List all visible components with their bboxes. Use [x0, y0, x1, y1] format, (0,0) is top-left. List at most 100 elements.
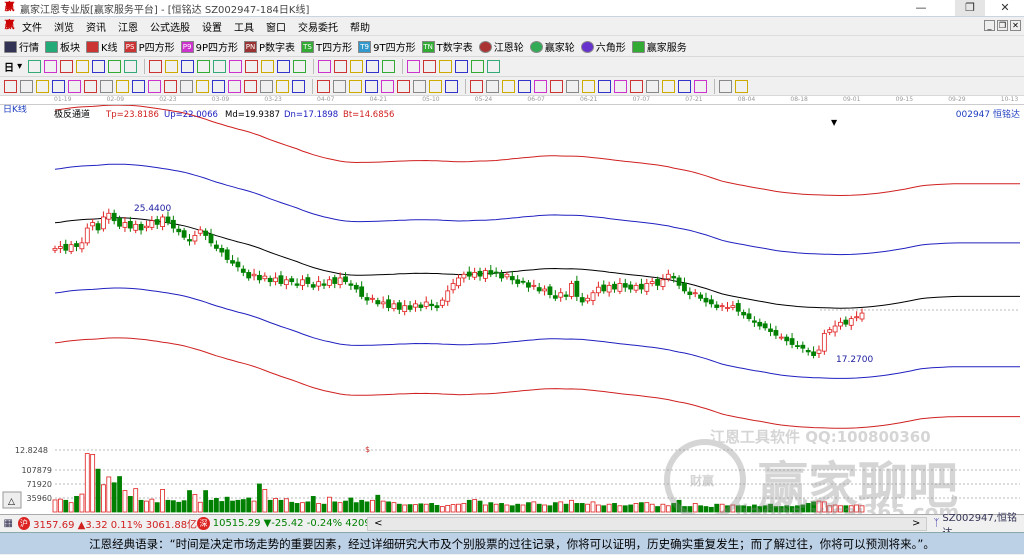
next-icon[interactable]: [197, 60, 211, 73]
toolbar-button[interactable]: T9 9T四方形: [358, 39, 416, 54]
ruler-icon[interactable]: [292, 79, 305, 93]
fan4-icon[interactable]: [646, 79, 659, 93]
diamond-down-icon[interactable]: [229, 60, 243, 73]
menu-item[interactable]: 设置: [202, 19, 222, 34]
toolbar-button[interactable]: 赢家服务: [631, 39, 687, 54]
gold-circle-icon[interactable]: [534, 79, 547, 93]
pattern-icon[interactable]: [366, 60, 380, 73]
fan6-icon[interactable]: [678, 79, 691, 93]
mdi-close-button[interactable]: ✕: [1010, 20, 1021, 31]
angle2-icon[interactable]: [381, 79, 394, 93]
circle-icon[interactable]: [116, 79, 129, 93]
scroll-left-button[interactable]: <: [374, 518, 382, 529]
v-icon[interactable]: [397, 79, 410, 93]
toolbar-button[interactable]: 赢家轮: [529, 39, 575, 54]
line-draw-icon[interactable]: [350, 60, 364, 73]
grid-lines-icon[interactable]: [132, 79, 145, 93]
network-icon[interactable]: [471, 60, 485, 73]
circle-tool-icon[interactable]: [382, 60, 396, 73]
fib2-icon[interactable]: [52, 79, 65, 93]
flag-icon[interactable]: [124, 60, 138, 73]
save-icon[interactable]: [455, 60, 469, 73]
menu-item[interactable]: 资讯: [86, 19, 106, 34]
menu-item[interactable]: 浏览: [54, 19, 74, 34]
horizontal-scrollbar[interactable]: < >: [367, 516, 928, 531]
bars-alt-icon[interactable]: [76, 60, 90, 73]
lines-icon[interactable]: [470, 79, 483, 93]
bars-icon[interactable]: [60, 60, 74, 73]
grid2-icon[interactable]: [413, 79, 426, 93]
gold-b-icon[interactable]: [598, 79, 611, 93]
first-icon[interactable]: [149, 60, 163, 73]
last-icon[interactable]: [165, 60, 179, 73]
toolbar-button[interactable]: PN P数字表: [244, 39, 295, 54]
print-icon[interactable]: [439, 60, 453, 73]
toolbar-button[interactable]: TS T四方形: [301, 39, 352, 54]
fan3-icon[interactable]: [630, 79, 643, 93]
menu-item[interactable]: 文件: [22, 19, 42, 34]
pct-lines-icon[interactable]: [518, 79, 531, 93]
menu-item[interactable]: 窗口: [266, 19, 286, 34]
minimize-button[interactable]: —: [906, 0, 936, 16]
hand-icon[interactable]: [318, 60, 332, 73]
toolbar-button[interactable]: 江恩轮: [478, 39, 524, 54]
chart-canvas[interactable]: 日K线 极反通道 Tp=23.8186 Up=22.0066 Md=19.938…: [0, 103, 1024, 524]
toolbar-button[interactable]: PS P四方形: [123, 39, 175, 54]
yin-yang-icon[interactable]: [719, 79, 732, 93]
red-box-icon[interactable]: [260, 79, 273, 93]
star-icon[interactable]: [196, 79, 209, 93]
fib-icon[interactable]: [36, 79, 49, 93]
toolbar-button[interactable]: P9 9P四方形: [180, 39, 238, 54]
pen-icon[interactable]: [4, 79, 17, 93]
table-icon[interactable]: [276, 79, 289, 93]
calculator-icon[interactable]: ▦: [2, 517, 15, 530]
diamond-right-icon[interactable]: [261, 60, 275, 73]
grid3-icon[interactable]: [429, 79, 442, 93]
box-icon[interactable]: [212, 79, 225, 93]
menu-item[interactable]: 江恩: [118, 19, 138, 34]
fan-icon[interactable]: [68, 79, 81, 93]
toolbar-button[interactable]: K线: [86, 39, 118, 54]
diamond-plus-icon[interactable]: [277, 60, 291, 73]
fan7-icon[interactable]: [694, 79, 707, 93]
prev-icon[interactable]: [181, 60, 195, 73]
slash-icon[interactable]: [445, 79, 458, 93]
diamond-left-icon[interactable]: [245, 60, 259, 73]
scroll-right-button[interactable]: >: [912, 518, 920, 529]
arc-icon[interactable]: [84, 79, 97, 93]
angle-icon[interactable]: [164, 79, 177, 93]
cursor-icon[interactable]: [92, 60, 106, 73]
cube2-icon[interactable]: [365, 79, 378, 93]
n2-icon[interactable]: [148, 79, 161, 93]
target-icon[interactable]: [180, 79, 193, 93]
list-icon[interactable]: [44, 60, 58, 73]
gold-lines-icon[interactable]: [550, 79, 563, 93]
speed-icon[interactable]: [100, 79, 113, 93]
close-button[interactable]: ✕: [990, 0, 1020, 16]
toolbar-button[interactable]: TN T数字表: [421, 39, 473, 54]
cube-icon[interactable]: [349, 79, 362, 93]
infinity-icon[interactable]: [735, 79, 748, 93]
fan5-icon[interactable]: [662, 79, 675, 93]
rect-icon[interactable]: [317, 79, 330, 93]
calendar-icon[interactable]: [407, 60, 421, 73]
gann-icon[interactable]: [108, 60, 122, 73]
percent-red-icon[interactable]: [486, 79, 499, 93]
menu-item[interactable]: 公式选股: [150, 19, 190, 34]
menu-item[interactable]: 交易委托: [298, 19, 338, 34]
toolbar-button[interactable]: 板块: [45, 39, 80, 54]
red-fan-icon[interactable]: [244, 79, 257, 93]
toolbar-button[interactable]: 行情: [4, 39, 39, 54]
parallel-lines-icon[interactable]: [20, 79, 33, 93]
fan2-icon[interactable]: [614, 79, 627, 93]
wave-icon[interactable]: [228, 79, 241, 93]
calc-icon[interactable]: [423, 60, 437, 73]
crosshair-icon[interactable]: [334, 60, 348, 73]
diamond-cross-icon[interactable]: [293, 60, 307, 73]
maximize-button[interactable]: ❐: [955, 0, 985, 16]
trade-icon[interactable]: [487, 60, 501, 73]
arrow-tool-icon[interactable]: [566, 79, 579, 93]
mdi-minimize-button[interactable]: _: [984, 20, 995, 31]
menu-item[interactable]: 工具: [234, 19, 254, 34]
rays-icon[interactable]: [333, 79, 346, 93]
